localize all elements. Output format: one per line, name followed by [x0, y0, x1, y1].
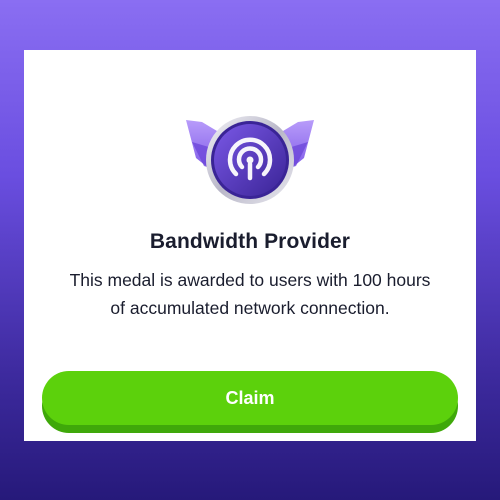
medal-badge: [182, 114, 318, 210]
medal-title: Bandwidth Provider: [149, 230, 351, 253]
medal-description: This medal is awarded to users with 100 …: [69, 270, 431, 318]
medal-card: Bandwidth Provider This medal is awarded…: [24, 50, 476, 441]
claim-button[interactable]: Claim: [42, 371, 458, 425]
medal-badge-graphic: [186, 116, 314, 204]
